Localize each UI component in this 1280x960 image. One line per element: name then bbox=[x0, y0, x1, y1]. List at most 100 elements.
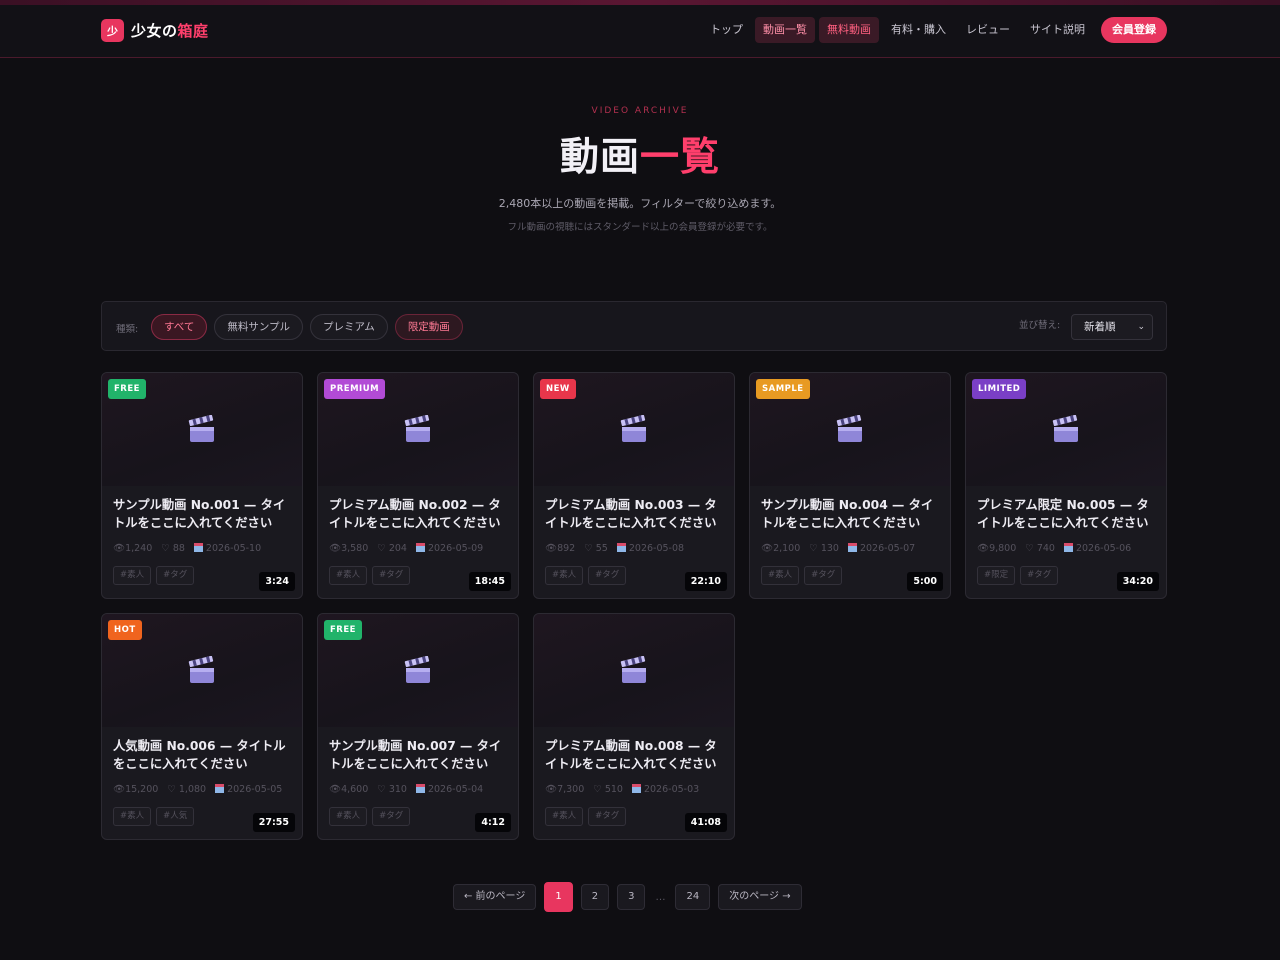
filter-type-label: 種類: bbox=[116, 324, 139, 335]
video-thumbnail[interactable]: HOT bbox=[102, 614, 302, 727]
filter-chip-free-sample[interactable]: 無料サンプル bbox=[214, 314, 304, 340]
video-title[interactable]: プレミアム動画 No.003 — タイトルをここに入れてください bbox=[545, 496, 727, 532]
video-card[interactable]: FREE サンプル動画 No.001 — タイトルをここに入れてください 👁1,24… bbox=[101, 372, 303, 599]
site-logo[interactable]: 少 少女の箱庭 bbox=[101, 19, 209, 42]
clapperboard-icon bbox=[619, 414, 649, 445]
sort-select[interactable]: 新着順 ⌄ bbox=[1071, 314, 1153, 340]
views-count: 892 bbox=[557, 543, 576, 554]
views-count: 3,580 bbox=[341, 543, 369, 554]
video-tag[interactable]: #素人 bbox=[329, 807, 368, 826]
video-thumbnail[interactable]: FREE bbox=[102, 373, 302, 486]
video-date: 2026-05-07 bbox=[859, 543, 916, 554]
clapperboard-icon bbox=[1051, 414, 1081, 445]
video-tag[interactable]: #人気 bbox=[156, 807, 195, 826]
video-title[interactable]: プレミアム動画 No.002 — タイトルをここに入れてください bbox=[329, 496, 511, 532]
page-button-3[interactable]: 3 bbox=[617, 884, 646, 910]
video-tags: #素人 #タグ bbox=[545, 807, 627, 826]
filter-chip-limited[interactable]: 限定動画 bbox=[394, 314, 463, 340]
page-button-last[interactable]: 24 bbox=[675, 884, 711, 910]
video-tag[interactable]: #タグ bbox=[372, 566, 411, 585]
video-title[interactable]: サンプル動画 No.001 — タイトルをここに入れてください bbox=[113, 496, 295, 532]
video-thumbnail[interactable]: LIMITED bbox=[966, 373, 1166, 486]
hero-subnote: フル動画の視聴にはスタンダード以上の会員登録が必要です。 bbox=[507, 222, 773, 233]
views-count: 7,300 bbox=[557, 784, 585, 795]
video-title[interactable]: サンプル動画 No.007 — タイトルをここに入れてください bbox=[329, 737, 511, 773]
hero-description: 2,480本以上の動画を掲載。フィルターで絞り込めます。 bbox=[498, 197, 782, 210]
video-thumbnail[interactable]: SAMPLE bbox=[750, 373, 950, 486]
calendar-icon bbox=[415, 784, 425, 793]
video-duration: 34:20 bbox=[1116, 572, 1159, 591]
page-button-1[interactable]: 1 bbox=[544, 882, 573, 912]
video-card[interactable]: SAMPLE サンプル動画 No.004 — タイトルをここに入れてください 👁2,… bbox=[749, 372, 951, 599]
video-thumbnail[interactable]: NEW bbox=[534, 373, 734, 486]
video-tags: #素人 #タグ bbox=[545, 566, 627, 585]
video-tag[interactable]: #素人 bbox=[545, 566, 584, 585]
video-tag[interactable]: #素人 bbox=[545, 807, 584, 826]
clapperboard-icon bbox=[835, 414, 865, 445]
page-button-2[interactable]: 2 bbox=[580, 884, 610, 910]
page-title-accent: 一覧 bbox=[640, 135, 721, 180]
clapperboard-icon bbox=[403, 655, 433, 686]
video-card[interactable]: PREMIUM プレミアム動画 No.002 — タイトルをここに入れてください 👁… bbox=[317, 372, 519, 599]
next-page-button[interactable]: 次のページ → bbox=[718, 884, 802, 910]
video-meta: 👁1,240 ♡ 88 2026-05-10 bbox=[113, 543, 261, 554]
video-thumbnail[interactable]: FREE bbox=[318, 614, 518, 727]
video-title[interactable]: プレミアム動画 No.008 — タイトルをここに入れてください bbox=[545, 737, 727, 773]
heart-icon: ♡ bbox=[377, 543, 386, 554]
register-button[interactable]: 会員登録 bbox=[1101, 17, 1167, 43]
nav-paid-purchase[interactable]: 有料・購入 bbox=[883, 17, 954, 43]
views-stat: 👁9,800 bbox=[977, 543, 1016, 554]
video-tag[interactable]: #限定 bbox=[977, 566, 1016, 585]
video-thumbnail[interactable] bbox=[534, 614, 734, 727]
hero-eyebrow: VIDEO ARCHIVE bbox=[591, 106, 689, 116]
eye-icon: 👁 bbox=[977, 543, 990, 554]
views-stat: 👁15,200 bbox=[113, 784, 158, 795]
nav-reviews[interactable]: レビュー bbox=[958, 17, 1018, 43]
video-duration: 4:12 bbox=[475, 813, 511, 832]
video-tag[interactable]: #タグ bbox=[156, 566, 195, 585]
nav-top[interactable]: トップ bbox=[702, 17, 751, 43]
logo-text: 少女の箱庭 bbox=[131, 20, 209, 41]
video-title[interactable]: プレミアム限定 No.005 — タイトルをここに入れてください bbox=[977, 496, 1159, 532]
video-tag[interactable]: #素人 bbox=[113, 807, 152, 826]
likes-stat: ♡ 204 bbox=[377, 543, 407, 554]
video-tag[interactable]: #素人 bbox=[761, 566, 800, 585]
logo-text-accent: 箱庭 bbox=[177, 22, 209, 40]
date-stat: 2026-05-06 bbox=[1063, 543, 1131, 554]
video-tag[interactable]: #タグ bbox=[372, 807, 411, 826]
video-card[interactable]: NEW プレミアム動画 No.003 — タイトルをここに入れてください 👁892 ♡… bbox=[533, 372, 735, 599]
video-card[interactable]: FREE サンプル動画 No.007 — タイトルをここに入れてください 👁4,60… bbox=[317, 613, 519, 840]
calendar-icon bbox=[415, 543, 425, 552]
date-stat: 2026-05-10 bbox=[193, 543, 261, 554]
video-card[interactable]: LIMITED プレミアム限定 No.005 — タイトルをここに入れてください 👁… bbox=[965, 372, 1167, 599]
eye-icon: 👁 bbox=[113, 784, 126, 795]
site-header: 少 少女の箱庭 トップ 動画一覧 無料動画 有料・購入 レビュー サイト説明 会… bbox=[0, 5, 1280, 58]
video-tag[interactable]: #タグ bbox=[588, 566, 627, 585]
video-tag[interactable]: #タグ bbox=[588, 807, 627, 826]
views-stat: 👁3,580 bbox=[329, 543, 368, 554]
filter-chip-all[interactable]: すべて bbox=[151, 314, 208, 340]
nav-video-list[interactable]: 動画一覧 bbox=[755, 17, 815, 43]
likes-count: 310 bbox=[388, 784, 407, 795]
likes-stat: ♡ 510 bbox=[593, 784, 623, 795]
likes-stat: ♡ 1,080 bbox=[167, 784, 206, 795]
likes-stat: ♡ 130 bbox=[809, 543, 839, 554]
views-stat: 👁7,300 bbox=[545, 784, 584, 795]
filter-chip-premium[interactable]: プレミアム bbox=[310, 314, 388, 340]
video-card[interactable]: HOT 人気動画 No.006 — タイトルをここに入れてください 👁15,200 ♡… bbox=[101, 613, 303, 840]
video-tag[interactable]: #タグ bbox=[804, 566, 843, 585]
video-tag[interactable]: #素人 bbox=[113, 566, 152, 585]
calendar-icon bbox=[193, 543, 203, 552]
video-tag[interactable]: #タグ bbox=[1020, 566, 1059, 585]
video-title[interactable]: サンプル動画 No.004 — タイトルをここに入れてください bbox=[761, 496, 943, 532]
video-meta: 👁2,100 ♡ 130 2026-05-07 bbox=[761, 543, 915, 554]
video-duration: 41:08 bbox=[684, 813, 727, 832]
nav-site-guide[interactable]: サイト説明 bbox=[1022, 17, 1093, 43]
video-card[interactable]: プレミアム動画 No.008 — タイトルをここに入れてください 👁7,300 ♡ … bbox=[533, 613, 735, 840]
video-tag[interactable]: #素人 bbox=[329, 566, 368, 585]
prev-page-button[interactable]: ← 前のページ bbox=[453, 884, 537, 910]
video-title[interactable]: 人気動画 No.006 — タイトルをここに入れてください bbox=[113, 737, 295, 773]
nav-free-videos[interactable]: 無料動画 bbox=[819, 17, 879, 43]
video-thumbnail[interactable]: PREMIUM bbox=[318, 373, 518, 486]
likes-count: 204 bbox=[388, 543, 407, 554]
